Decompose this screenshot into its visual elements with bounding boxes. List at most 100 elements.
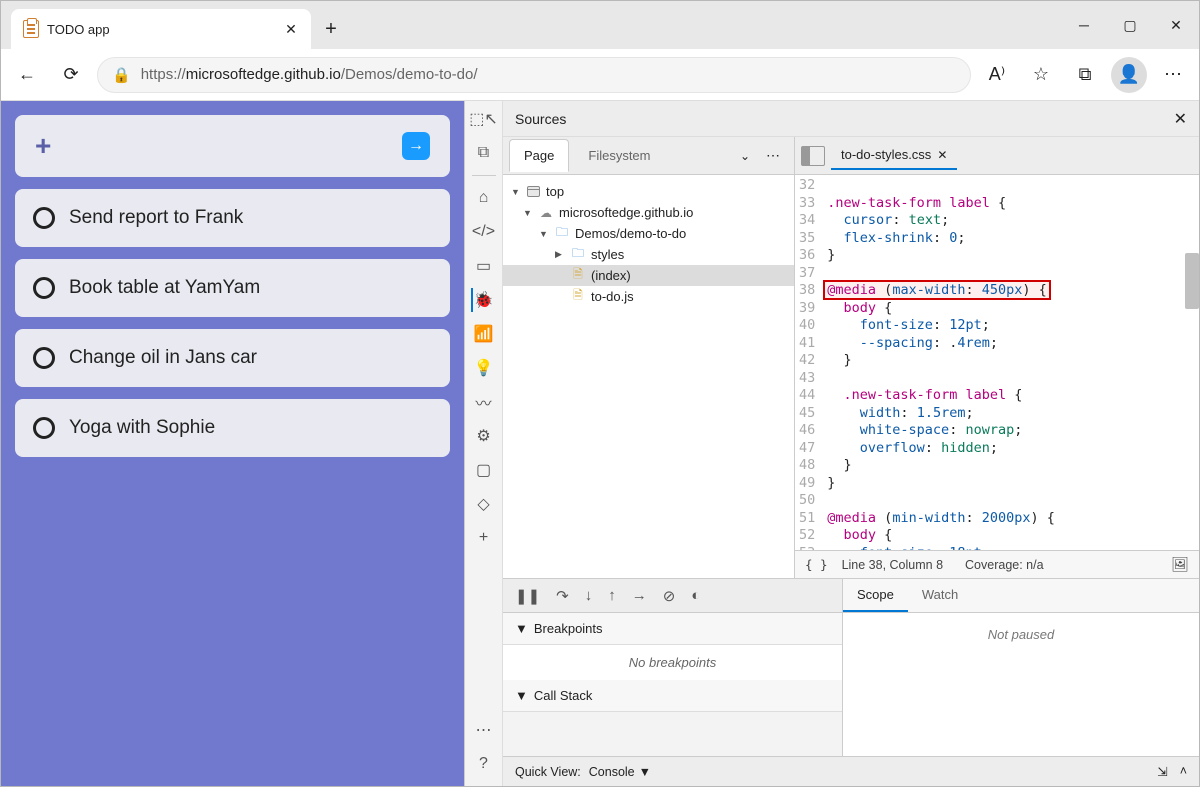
tree-label: to-do.js [591,289,634,304]
memory-icon[interactable]: ⚙ [472,424,496,448]
breakpoints-section[interactable]: ▼ Breakpoints [503,613,842,645]
tree-top[interactable]: ▼ top [503,181,794,202]
tab-filesystem[interactable]: Filesystem [573,139,665,172]
tree-styles[interactable]: ▶ 🗀 styles [503,244,794,265]
tree-js[interactable]: 🗎 to-do.js [503,286,794,307]
arrow-down-icon: ▼ [639,765,651,779]
no-breakpoints-label: No breakpoints [503,645,842,680]
pause-exceptions-icon[interactable]: ◐ [691,587,700,604]
sources-icon[interactable]: 🐞 [471,288,495,312]
tab-scope[interactable]: Scope [843,579,908,612]
read-aloud-button[interactable]: A⁾ [979,57,1015,93]
circle-icon[interactable] [33,207,55,229]
tab-page[interactable]: Page [509,139,569,172]
tree-folder[interactable]: ▼ 🗀 Demos/demo-to-do [503,223,794,244]
step-into-icon[interactable]: ↓ [585,587,593,604]
not-paused-label: Not paused [843,613,1199,656]
refresh-button[interactable]: ⟳ [53,57,89,93]
new-tab-button[interactable]: + [311,9,351,49]
todo-item[interactable]: Book table at YamYam [15,259,450,317]
maximize-button[interactable]: ▢ [1107,1,1153,49]
devtools-main: Sources ✕ Page Filesystem ⌄ ⋯ ▼ [503,101,1199,786]
panel-title: Sources [515,111,566,127]
quickview-select[interactable]: Console ▼ [589,765,651,779]
todo-item[interactable]: Change oil in Jans car [15,329,450,387]
favorites-button[interactable]: ☆ [1023,57,1059,93]
debugger-controls: ❚❚ ↷ ↓ ↑ → ⊘ ◐ [503,579,842,613]
lightbulb-icon[interactable]: 💡 [472,356,496,380]
browser-tab[interactable]: TODO app ✕ [11,9,311,49]
step-over-icon[interactable]: ↷ [556,587,569,605]
elements-icon[interactable]: </> [472,220,496,244]
devtools-header: Sources ✕ [503,101,1199,137]
step-out-icon[interactable]: ↑ [608,587,616,604]
more-tools-icon[interactable]: + [472,526,496,550]
collections-button[interactable]: ⧉ [1067,57,1103,93]
toggle-navigator-icon[interactable] [801,146,825,166]
arrow-down-icon: ▼ [523,208,533,218]
step-icon[interactable]: → [632,587,647,604]
profile-button[interactable]: 👤 [1111,57,1147,93]
back-button[interactable]: ← [9,57,45,93]
circle-icon[interactable] [33,277,55,299]
address-bar[interactable]: 🔒 https://microsoftedge.github.io/Demos/… [97,57,971,93]
new-task-form[interactable]: + → [15,115,450,177]
chevron-down-icon[interactable]: ⌄ [734,143,756,169]
settings-icon[interactable]: ⋯ [472,718,496,742]
tree-index[interactable]: 🗎 (index) [503,265,794,286]
circle-icon[interactable] [33,417,55,439]
sources-body: Page Filesystem ⌄ ⋯ ▼ top [503,137,1199,578]
scope-watch-tabs: Scope Watch [843,579,1199,613]
network-icon[interactable]: 📶 [472,322,496,346]
tree-label: top [546,184,564,199]
editor-tab[interactable]: to-do-styles.css ✕ [831,141,957,170]
image-icon[interactable]: 🖼 [1171,556,1189,573]
console-icon[interactable]: ▭ [472,254,496,278]
dock-icon[interactable]: ⇲ [1157,764,1167,779]
window-icon [527,186,540,197]
minimize-button[interactable]: ─ [1061,1,1107,49]
file-tree: ▼ top ▼ ☁ microsoftedge.github.io ▼ [503,175,794,578]
close-tab-icon[interactable]: ✕ [937,148,947,162]
help-icon[interactable]: ? [472,752,496,776]
performance-icon[interactable]: 〰 [472,390,496,414]
braces-icon[interactable]: { } [805,557,828,572]
tree-label: Demos/demo-to-do [575,226,686,241]
url-text: https://microsoftedge.github.io/Demos/de… [141,66,478,83]
callstack-section[interactable]: ▼ Call Stack [503,680,842,712]
deactivate-bp-icon[interactable]: ⊘ [663,587,676,605]
submit-arrow-icon[interactable]: → [402,132,430,160]
todo-item[interactable]: Send report to Frank [15,189,450,247]
chevron-up-icon[interactable]: ˄ [1180,764,1187,779]
scrollbar-thumb[interactable] [1185,253,1199,309]
code-editor[interactable]: 3233343536373839404142434445464748495051… [795,175,1199,550]
tab-watch[interactable]: Watch [908,579,972,612]
code-lines[interactable]: .new-task-form label { cursor: text; fle… [823,175,1199,550]
more-icon[interactable]: ⋯ [760,141,788,170]
menu-button[interactable]: ⋯ [1155,57,1191,93]
line-gutter: 3233343536373839404142434445464748495051… [795,175,823,550]
pause-icon[interactable]: ❚❚ [515,587,540,605]
security-icon[interactable]: ◇ [472,492,496,516]
device-icon[interactable]: ⧉ [472,141,496,165]
tree-domain[interactable]: ▼ ☁ microsoftedge.github.io [503,202,794,223]
titlebar: TODO app ✕ + ─ ▢ ✕ [1,1,1199,49]
tree-label: styles [591,247,624,262]
close-devtools-icon[interactable]: ✕ [1174,109,1187,129]
application-icon[interactable]: ▢ [472,458,496,482]
content-area: + → Send report to Frank Book table at Y… [1,101,1199,786]
cursor-position: Line 38, Column 8 [842,558,943,572]
cloud-icon: ☁ [539,206,553,220]
arrow-down-icon: ▼ [511,187,521,197]
browser-window: TODO app ✕ + ─ ▢ ✕ ← ⟳ 🔒 https://microso… [0,0,1200,787]
circle-icon[interactable] [33,347,55,369]
todo-label: Yoga with Sophie [69,417,215,439]
close-tab-icon[interactable]: ✕ [283,21,299,37]
inspect-icon[interactable]: ⬚↖ [472,107,496,131]
code-editor-pane: to-do-styles.css ✕ 323334353637383940414… [795,137,1199,578]
todo-item[interactable]: Yoga with Sophie [15,399,450,457]
home-icon[interactable]: ⌂ [472,186,496,210]
folder-icon: 🗀 [571,248,585,262]
todo-label: Book table at YamYam [69,277,260,299]
close-window-button[interactable]: ✕ [1153,1,1199,49]
